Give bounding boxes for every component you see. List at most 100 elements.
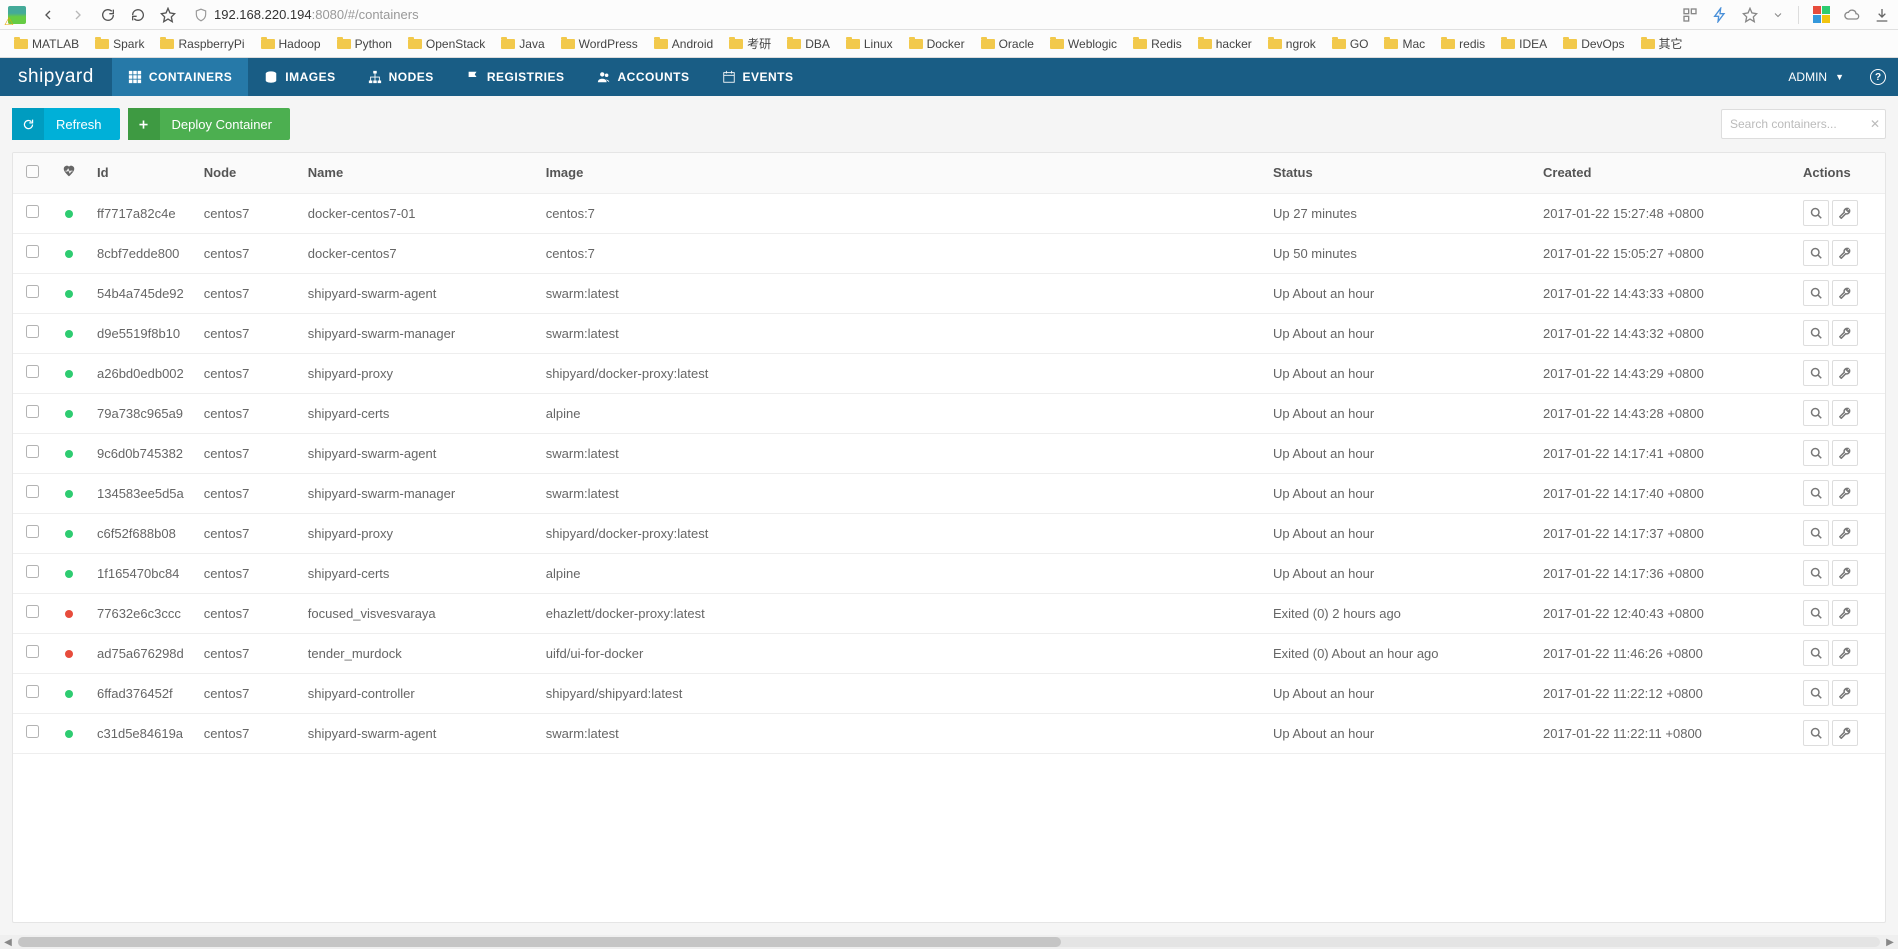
inspect-button[interactable] xyxy=(1803,600,1829,626)
row-checkbox[interactable] xyxy=(26,285,39,298)
cell-id[interactable]: ff7717a82c4e xyxy=(87,193,194,233)
cell-id[interactable]: a26bd0edb002 xyxy=(87,353,194,393)
cell-id[interactable]: 1f165470bc84 xyxy=(87,553,194,593)
bookmark-item[interactable]: MATLAB xyxy=(8,35,85,53)
inspect-button[interactable] xyxy=(1803,440,1829,466)
bookmark-item[interactable]: Weblogic xyxy=(1044,35,1123,53)
settings-button[interactable] xyxy=(1832,440,1858,466)
nav-accounts[interactable]: ACCOUNTS xyxy=(581,58,706,96)
row-checkbox[interactable] xyxy=(26,445,39,458)
bookmark-item[interactable]: DevOps xyxy=(1557,35,1630,53)
bookmark-item[interactable]: hacker xyxy=(1192,35,1258,53)
bookmark-item[interactable]: DBA xyxy=(781,35,836,53)
row-checkbox[interactable] xyxy=(26,565,39,578)
brand-logo[interactable]: shipyard xyxy=(0,58,112,96)
row-checkbox[interactable] xyxy=(26,405,39,418)
cell-id[interactable]: 6ffad376452f xyxy=(87,673,194,713)
inspect-button[interactable] xyxy=(1803,480,1829,506)
cell-id[interactable]: ad75a676298d xyxy=(87,633,194,673)
site-identity-icon[interactable] xyxy=(8,6,26,24)
cell-id[interactable]: 8cbf7edde800 xyxy=(87,233,194,273)
cell-id[interactable]: c31d5e84619a xyxy=(87,713,194,753)
scroll-track[interactable] xyxy=(18,937,1880,947)
bookmark-item[interactable]: Linux xyxy=(840,35,899,53)
select-all-checkbox[interactable] xyxy=(26,165,39,178)
settings-button[interactable] xyxy=(1832,600,1858,626)
apps-grid-icon[interactable] xyxy=(1813,6,1830,23)
cell-id[interactable]: d9e5519f8b10 xyxy=(87,313,194,353)
nav-registries[interactable]: REGISTRIES xyxy=(450,58,581,96)
settings-button[interactable] xyxy=(1832,560,1858,586)
header-id[interactable]: Id xyxy=(87,153,194,193)
chevron-down-icon[interactable] xyxy=(1772,7,1784,23)
nav-images[interactable]: IMAGES xyxy=(248,58,351,96)
admin-menu[interactable]: ADMIN ▼ xyxy=(1774,58,1858,96)
inspect-button[interactable] xyxy=(1803,640,1829,666)
settings-button[interactable] xyxy=(1832,360,1858,386)
bookmark-item[interactable]: Spark xyxy=(89,35,150,53)
settings-button[interactable] xyxy=(1832,400,1858,426)
settings-button[interactable] xyxy=(1832,520,1858,546)
row-checkbox[interactable] xyxy=(26,245,39,258)
cell-id[interactable]: 9c6d0b745382 xyxy=(87,433,194,473)
inspect-button[interactable] xyxy=(1803,720,1829,746)
header-node[interactable]: Node xyxy=(194,153,298,193)
bookmark-item[interactable]: 其它 xyxy=(1635,33,1689,54)
settings-button[interactable] xyxy=(1832,480,1858,506)
inspect-button[interactable] xyxy=(1803,560,1829,586)
settings-button[interactable] xyxy=(1832,720,1858,746)
bookmark-item[interactable]: Oracle xyxy=(975,35,1040,53)
header-name[interactable]: Name xyxy=(298,153,536,193)
download-icon[interactable] xyxy=(1874,7,1890,23)
bookmark-item[interactable]: Mac xyxy=(1378,35,1431,53)
inspect-button[interactable] xyxy=(1803,400,1829,426)
bookmark-item[interactable]: Android xyxy=(648,35,719,53)
inspect-button[interactable] xyxy=(1803,680,1829,706)
bookmark-item[interactable]: redis xyxy=(1435,35,1491,53)
settings-button[interactable] xyxy=(1832,680,1858,706)
cell-id[interactable]: 134583ee5d5a xyxy=(87,473,194,513)
scroll-thumb[interactable] xyxy=(18,937,1061,947)
inspect-button[interactable] xyxy=(1803,360,1829,386)
inspect-button[interactable] xyxy=(1803,520,1829,546)
row-checkbox[interactable] xyxy=(26,685,39,698)
help-button[interactable]: ? xyxy=(1858,58,1898,96)
row-checkbox[interactable] xyxy=(26,645,39,658)
clear-search-icon[interactable]: ✕ xyxy=(1870,117,1880,131)
bookmark-item[interactable]: WordPress xyxy=(555,35,644,53)
settings-button[interactable] xyxy=(1832,640,1858,666)
cell-id[interactable]: c6f52f688b08 xyxy=(87,513,194,553)
address-bar[interactable]: 192.168.220.194:8080/#/containers xyxy=(190,7,1668,22)
favorite-star-icon[interactable] xyxy=(1742,7,1758,23)
bookmark-item[interactable]: OpenStack xyxy=(402,35,491,53)
bookmark-item[interactable]: ngrok xyxy=(1262,35,1322,53)
cell-id[interactable]: 77632e6c3ccc xyxy=(87,593,194,633)
qr-icon[interactable] xyxy=(1682,7,1698,23)
row-checkbox[interactable] xyxy=(26,485,39,498)
bookmark-item[interactable]: Redis xyxy=(1127,35,1188,53)
settings-button[interactable] xyxy=(1832,200,1858,226)
bookmark-item[interactable]: Docker xyxy=(903,35,971,53)
bookmark-item[interactable]: Python xyxy=(331,35,398,53)
row-checkbox[interactable] xyxy=(26,725,39,738)
row-checkbox[interactable] xyxy=(26,605,39,618)
bookmark-item[interactable]: IDEA xyxy=(1495,35,1553,53)
row-checkbox[interactable] xyxy=(26,205,39,218)
cell-id[interactable]: 79a738c965a9 xyxy=(87,393,194,433)
inspect-button[interactable] xyxy=(1803,200,1829,226)
row-checkbox[interactable] xyxy=(26,525,39,538)
scroll-left-icon[interactable]: ◀ xyxy=(0,937,16,948)
settings-button[interactable] xyxy=(1832,280,1858,306)
scroll-right-icon[interactable]: ▶ xyxy=(1882,937,1898,948)
nav-nodes[interactable]: NODES xyxy=(352,58,450,96)
stop-reload-icon[interactable] xyxy=(130,7,146,23)
bookmark-item[interactable]: 考研 xyxy=(723,33,777,54)
nav-containers[interactable]: CONTAINERS xyxy=(112,58,248,96)
search-input[interactable] xyxy=(1721,109,1886,139)
header-status[interactable]: Status xyxy=(1263,153,1533,193)
horizontal-scrollbar[interactable]: ◀ ▶ xyxy=(0,935,1898,949)
header-created[interactable]: Created xyxy=(1533,153,1793,193)
reload-icon[interactable] xyxy=(100,7,116,23)
bookmark-star-icon[interactable] xyxy=(160,7,176,23)
row-checkbox[interactable] xyxy=(26,325,39,338)
